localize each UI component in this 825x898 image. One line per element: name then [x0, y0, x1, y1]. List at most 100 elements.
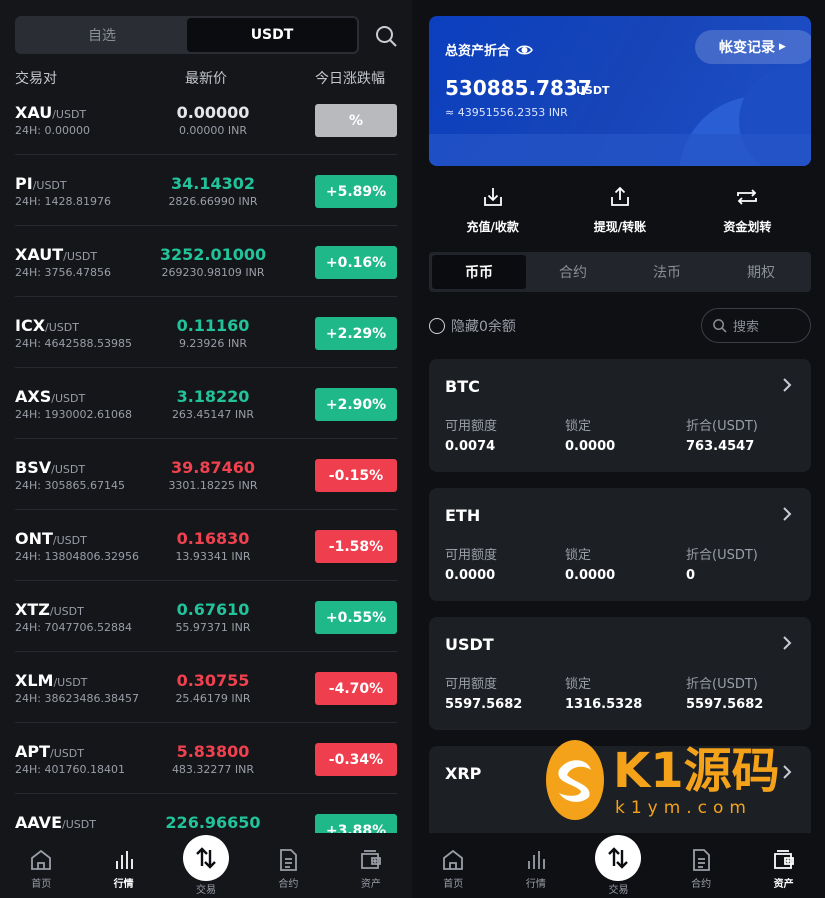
tab-2[interactable]: 交易 — [577, 833, 660, 898]
hide-zero-toggle[interactable]: 隐藏0余额 — [429, 316, 516, 336]
locked-label: 锁定 — [565, 419, 592, 434]
ledger-button[interactable]: 帐变记录 ▶ — [695, 30, 811, 64]
pair-base: ONT — [15, 529, 53, 548]
pair-price: 34.14302 — [170, 174, 255, 193]
change-badge[interactable]: +5.89% — [315, 175, 397, 208]
available-label: 可用额度 — [445, 548, 498, 563]
radio-circle[interactable] — [429, 318, 445, 334]
upload-icon — [611, 186, 629, 206]
change-badge[interactable]: -1.58% — [315, 530, 397, 563]
change-badge[interactable]: +2.29% — [315, 317, 397, 350]
pair-quote: /USDT — [49, 605, 84, 618]
balance-inr: ≈ 43951556.2353 INR — [445, 106, 568, 119]
pair-volume: 24H: 305865.67145 — [15, 479, 125, 492]
document-icon — [280, 849, 298, 871]
change-badge[interactable]: -0.34% — [315, 743, 397, 776]
tab-label: 交易 — [196, 885, 217, 896]
pair-price: 3.18220 — [176, 387, 250, 406]
change-badge[interactable]: -0.15% — [315, 459, 397, 492]
ledger-label: 帐变记录 — [719, 40, 775, 56]
asset-search-input[interactable]: 搜索 — [701, 308, 811, 343]
market-row[interactable]: ONT/USDT 24H: 13804806.32956 0.16830 13.933… — [15, 510, 397, 581]
converted-value: 0 — [686, 568, 696, 583]
coin-card[interactable]: USDT 可用额度 锁定 折合(USDT) 5597.5682 1316.5328 5597… — [429, 617, 811, 730]
converted-value: 763.4547 — [686, 439, 755, 454]
pair-quote: /USDT — [53, 676, 88, 689]
pair-quote: /USDT — [52, 534, 87, 547]
bottom-tab-bar: 首页 行情交易 合约 资产 — [412, 833, 825, 898]
pair-price: 226.96650 — [165, 813, 261, 832]
tab-4[interactable]: 资产 — [330, 833, 412, 898]
market-row[interactable]: ICX/USDT 24H: 4642588.53985 0.11160 9.23926… — [15, 297, 397, 368]
tab-0[interactable]: 首页 — [412, 833, 495, 898]
tab-label: 行情 — [525, 879, 546, 890]
change-badge[interactable]: +2.90% — [315, 388, 397, 421]
tab-3[interactable]: 合约 — [247, 833, 329, 898]
tab-1[interactable]: 行情 — [82, 833, 164, 898]
change-badge[interactable]: -4.70% — [315, 672, 397, 705]
tab-3[interactable]: 合约 — [660, 833, 743, 898]
chart-bars-icon — [527, 851, 545, 869]
pair-price: 3252.01000 — [159, 245, 267, 264]
withdraw-label: 提现/转账 — [593, 220, 647, 234]
chevron-right-icon — [783, 378, 792, 392]
tab-0[interactable]: 首页 — [0, 833, 82, 898]
deposit-button[interactable]: 充值/收款 — [429, 184, 556, 235]
tab-2[interactable]: 交易 — [165, 833, 247, 898]
pair-price-inr: 13.93341 INR — [175, 550, 251, 563]
market-row[interactable]: BSV/USDT 24H: 305865.67145 39.87460 3301.18… — [15, 439, 397, 510]
pair-symbol: BSV/USDT — [15, 458, 85, 477]
chevron-right-icon — [783, 636, 792, 650]
pair-price-inr: 25.46179 INR — [175, 692, 251, 705]
withdraw-button[interactable]: 提现/转账 — [556, 184, 683, 235]
available-value: 0.0074 — [445, 439, 496, 454]
market-row[interactable]: XAU/USDT 24H: 0.00000 0.00000 0.00000 INR% — [15, 84, 397, 155]
pair-price: 0.30755 — [176, 671, 250, 690]
pair-volume: 24H: 401760.18401 — [15, 763, 125, 776]
tab-label: 首页 — [443, 879, 464, 890]
coin-card[interactable]: ETH 可用额度 锁定 折合(USDT) 0.0000 0.0000 0 — [429, 488, 811, 601]
transfer-button[interactable]: 资金划转 — [684, 184, 811, 235]
pair-base: XAU — [15, 103, 53, 122]
chevron-right-icon — [783, 765, 792, 779]
pair-symbol: XTZ/USDT — [15, 600, 84, 619]
market-row[interactable]: APT/USDT 24H: 401760.18401 5.83800 483.3227… — [15, 723, 397, 794]
tab-label: 合约 — [691, 879, 712, 890]
coin-card[interactable]: BTC 可用额度 锁定 折合(USDT) 0.0074 0.0000 763.4547 — [429, 359, 811, 472]
pair-symbol: APT/USDT — [15, 742, 84, 761]
tab-4[interactable]: 资产 — [742, 833, 825, 898]
download-icon — [483, 188, 502, 206]
account-tab-2[interactable]: 法币 — [620, 255, 714, 289]
coin-name: USDT — [445, 635, 494, 654]
change-badge[interactable]: +0.55% — [315, 601, 397, 634]
pair-volume: 24H: 38623486.38457 — [15, 692, 139, 705]
pair-volume: 24H: 13804806.32956 — [15, 550, 139, 563]
change-badge[interactable]: % — [315, 104, 397, 137]
pair-symbol: AAVE/USDT — [15, 813, 96, 832]
account-tab-1[interactable]: 合约 — [526, 255, 620, 289]
segment-favorites[interactable]: 自选 — [17, 18, 187, 52]
pair-price: 0.67610 — [176, 600, 250, 619]
account-tab-3[interactable]: 期权 — [714, 255, 808, 289]
pair-symbol: ONT/USDT — [15, 529, 87, 548]
wallet-icon — [773, 850, 794, 869]
market-row[interactable]: XAUT/USDT 24H: 3756.47856 3252.01000 269230… — [15, 226, 397, 297]
market-row[interactable]: PI/USDT 24H: 1428.81976 34.14302 2826.66990… — [15, 155, 397, 226]
market-row[interactable]: XLM/USDT 24H: 38623486.38457 0.30755 25.461… — [15, 652, 397, 723]
search-icon[interactable] — [374, 24, 398, 48]
pair-price: 5.83800 — [176, 742, 250, 761]
pair-quote: /USDT — [45, 321, 79, 334]
locked-value: 1316.5328 — [565, 697, 643, 712]
market-row[interactable]: AXS/USDT 24H: 1930002.61068 3.18220 263.451… — [15, 368, 397, 439]
account-tab-0[interactable]: 币币 — [432, 255, 526, 289]
tab-1[interactable]: 行情 — [495, 833, 578, 898]
market-row[interactable]: XTZ/USDT 24H: 7047706.52884 0.67610 55.9737… — [15, 581, 397, 652]
segment-usdt[interactable]: USDT — [187, 18, 357, 52]
bottom-tab-bar: 首页 行情交易 合约 资产 — [0, 833, 412, 898]
market-screen: 自选 USDT 交易对 最新价 今日涨跌幅 XAU/USDT 24H: 0.000… — [0, 0, 412, 898]
tab-label: 交易 — [608, 885, 629, 896]
asset-title: 总资产折合 — [445, 40, 533, 59]
locked-value: 0.0000 — [565, 439, 616, 454]
eye-icon[interactable] — [516, 44, 533, 56]
change-badge[interactable]: +0.16% — [315, 246, 397, 279]
